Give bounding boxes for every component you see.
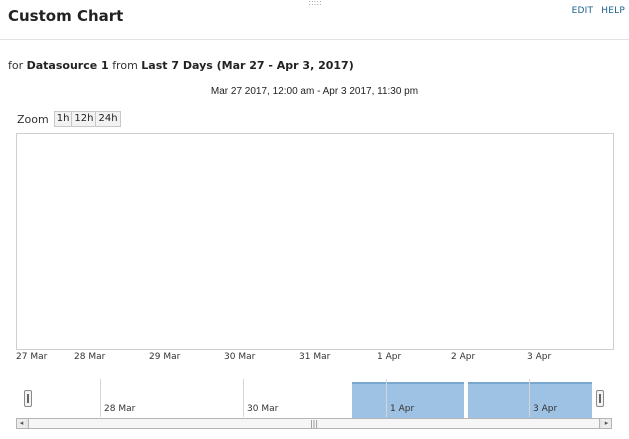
zoom-1h-button[interactable]: 1h [53,111,73,127]
navigator-gridline [100,379,101,417]
navigator-right-handle[interactable] [596,390,604,407]
navigator-area[interactable]: 28 Mar 30 Mar 1 Apr 3 Apr [16,379,612,419]
page-title: Custom Chart [8,7,124,25]
subtitle-prefix: for [8,59,24,72]
x-tick-label: 2 Apr [451,352,476,362]
navigator-left-handle[interactable] [24,390,32,407]
scroll-left-arrow-icon[interactable]: ◂ [17,419,26,428]
navigator-gridline [529,379,530,417]
navigator-tick-label: 30 Mar [247,404,279,414]
x-tick-label: 1 Apr [377,352,402,362]
x-tick-label: 30 Mar [224,352,256,362]
zoom-label: Zoom [17,112,49,126]
zoom-24h-button[interactable]: 24h [96,111,121,127]
zoom-12h-button[interactable]: 12h [72,111,97,127]
range-label: Last 7 Days (Mar 27 - Apr 3, 2017) [141,59,354,72]
time-range-label: Mar 27 2017, 12:00 am - Apr 3 2017, 11:3… [210,86,419,97]
chart-subtitle: for Datasource 1 from Last 7 Days (Mar 2… [8,59,354,72]
scrollbar-thumb[interactable]: ||| [28,419,600,428]
x-tick-label: 3 Apr [527,352,552,362]
edit-link[interactable]: EDIT [572,6,594,16]
header-actions: EDIT HELP [567,6,625,16]
datasource-name: Datasource 1 [26,59,109,72]
navigator-tick-label: 1 Apr [390,404,415,414]
x-tick-label: 27 Mar [16,352,48,362]
x-tick-label: 31 Mar [299,352,331,362]
scroll-right-arrow-icon[interactable]: ▸ [602,419,611,428]
navigator-gridline [243,379,244,417]
scrollbar[interactable]: ◂ ||| ▸ [16,418,612,429]
x-tick-label: 28 Mar [74,352,106,362]
subtitle-from: from [112,59,138,72]
navigator-series-bar [468,382,592,419]
plot-area[interactable] [16,133,614,350]
navigator-tick-label: 28 Mar [104,404,136,414]
help-link[interactable]: HELP [601,6,625,16]
navigator[interactable]: 28 Mar 30 Mar 1 Apr 3 Apr [16,379,612,419]
zoom-controls: Zoom 1h 12h 24h [17,111,121,127]
navigator-tick-label: 3 Apr [533,404,558,414]
x-tick-label: 29 Mar [149,352,181,362]
navigator-gridline [386,379,387,417]
chart-header: Custom Chart EDIT HELP [0,0,629,40]
